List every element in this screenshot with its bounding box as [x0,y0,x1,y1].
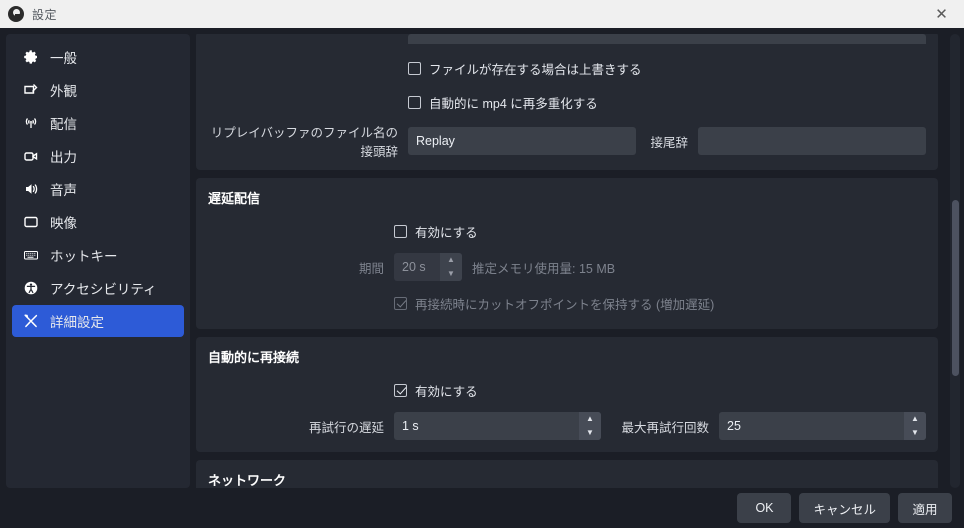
replay-suffix-input[interactable] [698,127,926,155]
overwrite-checkbox-row[interactable]: ファイルが存在する場合は上書きする [208,54,926,82]
sidebar-item-hotkeys[interactable]: ホットキー [12,239,184,271]
retry-delay-value: 1 s [402,419,419,433]
recording-group-partial: ファイルが存在する場合は上書きする 自動的に mp4 に再多重化する リプレイバ… [196,34,938,170]
cancel-button[interactable]: キャンセル [799,493,890,523]
delay-enable-checkbox[interactable] [394,224,407,238]
settings-content: ファイルが存在する場合は上書きする 自動的に mp4 に再多重化する リプレイバ… [196,34,942,488]
delay-enable-label: 有効にする [415,225,478,240]
sidebar-item-accessibility[interactable]: アクセシビリティ [12,272,184,304]
overwrite-checkbox[interactable] [408,61,421,75]
reconnect-values-row: 再試行の遅延 1 s ▲ ▼ 最大再試行回数 25 ▲ ▼ [208,412,926,440]
delay-preserve-label: 再接続時にカットオフポイントを保持する (増加遅延) [415,297,715,312]
accessibility-icon [22,279,40,297]
sidebar-item-label: 配信 [50,117,77,132]
replay-prefix-input[interactable]: Replay [408,127,636,155]
main-area: 一般 外観 配信 出力 音声 映像 ホットキー アクセシビリティ 詳細設定 ファ… [0,28,964,488]
delay-duration-row: 期間 20 s ▲ ▼ 推定メモリ使用量: 15 MB [208,253,926,281]
spinner-down-icon[interactable]: ▼ [579,426,601,440]
settings-sidebar: 一般 外観 配信 出力 音声 映像 ホットキー アクセシビリティ 詳細設定 [6,34,190,488]
sidebar-item-audio[interactable]: 音声 [12,173,184,205]
spinner-down-icon[interactable]: ▼ [440,267,462,281]
tools-icon [22,312,40,330]
sidebar-item-label: 詳細設定 [50,315,104,330]
content-scrollbar[interactable] [950,34,960,488]
dialog-footer: OK キャンセル 適用 [0,488,964,528]
max-retries-arrows[interactable]: ▲ ▼ [904,412,926,440]
delay-preserve-row[interactable]: 再接続時にカットオフポイントを保持する (増加遅延) [208,289,926,317]
sidebar-item-label: 映像 [50,216,77,231]
settings-content-scroll: ファイルが存在する場合は上書きする 自動的に mp4 に再多重化する リプレイバ… [196,34,960,488]
retry-delay-spinner[interactable]: 1 s ▲ ▼ [394,412,601,440]
broadcast-icon [22,114,40,132]
delay-group: 遅延配信 有効にする 期間 20 s ▲ ▼ 推定メモリ使用量: 15 MB 再… [196,178,938,329]
sidebar-item-video[interactable]: 映像 [12,206,184,238]
sidebar-item-label: アクセシビリティ [50,282,157,297]
network-group: ネットワーク IP ファミリー IPv4 および IPv6 (既定値) [196,460,938,488]
reconnect-enable-label: 有効にする [415,384,478,399]
speaker-icon [22,180,40,198]
max-retries-value: 25 [727,419,741,433]
retry-delay-arrows[interactable]: ▲ ▼ [579,412,601,440]
retry-delay-label: 再試行の遅延 [308,420,384,435]
remux-checkbox-row[interactable]: 自動的に mp4 に再多重化する [208,88,926,116]
spinner-up-icon[interactable]: ▲ [579,412,601,426]
sidebar-item-label: 一般 [50,51,77,66]
spinner-up-icon[interactable]: ▲ [440,253,462,267]
replay-prefix-label: リプレイバッファのファイル名の接頭辞 [210,126,398,159]
reconnect-enable-checkbox[interactable] [394,383,407,397]
sidebar-item-label: 出力 [50,150,77,165]
obs-logo-icon [8,6,24,22]
reconnect-enable-row[interactable]: 有効にする [208,376,926,404]
reconnect-group: 自動的に再接続 有効にする 再試行の遅延 1 s ▲ ▼ 最大再試行回数 25 … [196,337,938,452]
sidebar-item-advanced[interactable]: 詳細設定 [12,305,184,337]
sidebar-item-general[interactable]: 一般 [12,41,184,73]
max-retries-label: 最大再試行回数 [621,420,709,435]
spinner-down-icon[interactable]: ▼ [904,426,926,440]
sidebar-item-label: ホットキー [50,249,118,264]
output-camera-icon [22,147,40,165]
monitor-icon [22,213,40,231]
remux-checkbox-label: 自動的に mp4 に再多重化する [429,96,598,111]
delay-duration-label: 期間 [358,261,384,276]
network-group-title: ネットワーク [208,473,287,488]
sidebar-item-label: 外観 [50,84,77,99]
delay-enable-row[interactable]: 有効にする [208,217,926,245]
apply-button[interactable]: 適用 [898,493,952,523]
gear-icon [22,48,40,66]
delay-duration-arrows[interactable]: ▲ ▼ [440,253,462,281]
max-retries-spinner[interactable]: 25 ▲ ▼ [719,412,926,440]
settings-window: 一般 外観 配信 出力 音声 映像 ホットキー アクセシビリティ 詳細設定 ファ… [0,28,964,528]
delay-duration-value: 20 s [402,260,426,274]
sidebar-item-output[interactable]: 出力 [12,140,184,172]
spinner-up-icon[interactable]: ▲ [904,412,926,426]
reconnect-group-title: 自動的に再接続 [208,350,300,365]
delay-memory-note: 推定メモリ使用量: 15 MB [472,261,616,276]
remux-checkbox[interactable] [408,95,421,109]
scrollbar-thumb[interactable] [952,200,959,376]
ok-button[interactable]: OK [737,493,792,523]
sidebar-item-stream[interactable]: 配信 [12,107,184,139]
sidebar-item-label: 音声 [50,183,77,198]
window-title: 設定 [32,7,58,22]
delay-group-title: 遅延配信 [208,191,261,206]
delay-duration-spinner[interactable]: 20 s ▲ ▼ [394,253,462,281]
overwrite-checkbox-label: ファイルが存在する場合は上書きする [429,62,642,77]
close-icon[interactable]: ✕ [919,0,964,28]
appearance-icon [22,81,40,99]
sidebar-item-appearance[interactable]: 外観 [12,74,184,106]
filename-formatting-input[interactable] [408,34,926,44]
keyboard-icon [22,246,40,264]
replay-prefix-row: リプレイバッファのファイル名の接頭辞 Replay 接尾辞 [208,122,926,160]
replay-suffix-label: 接尾辞 [650,135,688,150]
title-bar: 設定 ✕ [0,0,964,28]
delay-preserve-checkbox[interactable] [394,296,407,310]
